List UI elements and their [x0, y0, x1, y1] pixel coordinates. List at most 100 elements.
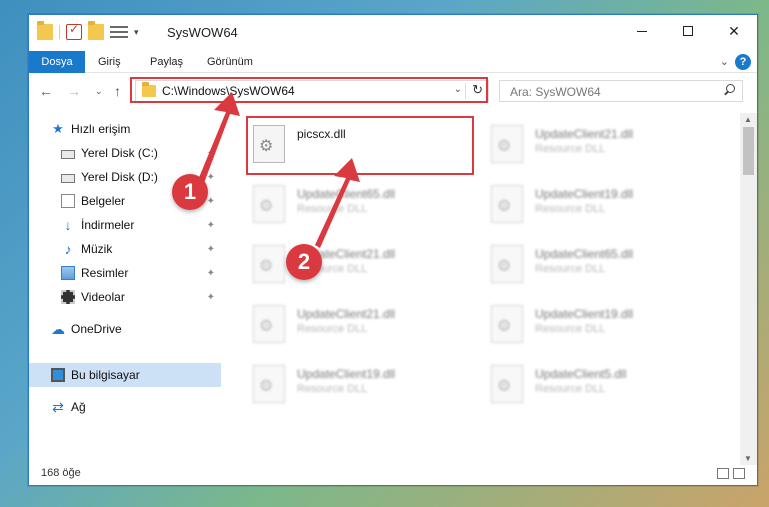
dll-file-icon [253, 305, 285, 343]
file-tile[interactable]: UpdateClient65.dll Resource DLL [463, 239, 683, 289]
dll-file-icon [253, 245, 285, 283]
sidebar-item-label: Bu bilgisayar [71, 368, 140, 382]
pin-icon[interactable]: ✦ [207, 196, 215, 207]
file-description: Resource DLL [535, 203, 606, 215]
minimize-icon [637, 30, 647, 32]
view-toggle [717, 468, 745, 479]
window-title: SysWOW64 [167, 25, 238, 40]
sidebar-item-label: Resimler [81, 266, 129, 280]
pin-icon[interactable]: ✦ [207, 148, 215, 159]
pin-icon[interactable]: ✦ [207, 220, 215, 231]
step-1-badge: 1 [172, 174, 208, 210]
scroll-thumb[interactable] [743, 127, 754, 175]
file-description: Resource DLL [297, 323, 368, 335]
sidebar-item-label: Belgeler [81, 194, 126, 208]
new-folder-icon[interactable] [88, 21, 104, 40]
file-tile[interactable]: UpdateClient21.dll Resource DLL [463, 119, 683, 169]
file-description: Resource DLL [297, 383, 368, 395]
recent-locations-icon[interactable]: ⌄ [95, 86, 103, 97]
sidebar-item-music[interactable]: ♪ Müzik ✦ [29, 237, 221, 261]
file-name: UpdateClient21.dll [535, 127, 634, 141]
scroll-up-icon[interactable]: ▲ [744, 115, 752, 124]
large-icons-view-icon[interactable] [733, 468, 745, 479]
sidebar-item-local-disk-c[interactable]: Yerel Disk (C:) ✦ [29, 141, 221, 165]
file-name: UpdateClient19.dll [297, 367, 396, 381]
status-bar: 168 öğe [29, 463, 757, 485]
help-icon[interactable]: ? [735, 54, 751, 70]
sidebar-item-label: OneDrive [71, 322, 122, 336]
dll-file-icon [491, 125, 523, 163]
sidebar-item-videos[interactable]: Videolar ✦ [29, 285, 221, 309]
tab-home[interactable]: Giriş [85, 51, 134, 73]
pictures-icon [61, 266, 75, 280]
file-tile[interactable]: UpdateClient19.dll Resource DLL [463, 299, 683, 349]
file-tile[interactable]: UpdateClient65.dll Resource DLL [225, 179, 445, 229]
file-name: UpdateClient21.dll [297, 307, 396, 321]
maximize-button[interactable] [665, 15, 711, 47]
customize-toolbar-icon[interactable] [110, 25, 128, 39]
file-tile[interactable]: UpdateClient19.dll Resource DLL [225, 359, 445, 409]
dll-file-icon [491, 185, 523, 223]
properties-check-icon[interactable] [66, 22, 82, 40]
file-name: UpdateClient5.dll [535, 367, 627, 381]
dll-file-icon [491, 305, 523, 343]
tab-file[interactable]: Dosya [29, 51, 85, 73]
address-highlight-box [130, 77, 488, 103]
sidebar-item-quick-access[interactable]: ★ Hızlı erişim [29, 117, 221, 141]
sidebar-item-pictures[interactable]: Resimler ✦ [29, 261, 221, 285]
sidebar-item-label: Yerel Disk (D:) [81, 170, 158, 184]
sidebar-item-downloads[interactable]: ↓ İndirmeler ✦ [29, 213, 221, 237]
file-description: Resource DLL [535, 383, 606, 395]
sidebar-item-network[interactable]: ⇄ Ağ [29, 395, 221, 419]
sidebar-item-this-pc[interactable]: Bu bilgisayar [29, 363, 221, 387]
toolbar-dropdown-icon[interactable]: ▾ [134, 27, 139, 38]
file-name: UpdateClient19.dll [535, 307, 634, 321]
tab-share[interactable]: Paylaş [137, 51, 196, 73]
music-icon: ♪ [64, 241, 72, 257]
file-description: Resource DLL [535, 143, 606, 155]
cloud-icon: ☁ [51, 321, 65, 337]
pin-icon[interactable]: ✦ [207, 268, 215, 279]
search-icon [723, 84, 735, 96]
pin-icon[interactable]: ✦ [207, 172, 215, 183]
file-tile[interactable]: UpdateClient21.dll Resource DLL [225, 299, 445, 349]
scroll-down-icon[interactable]: ▼ [744, 454, 752, 463]
file-description: Resource DLL [535, 323, 606, 335]
file-tile[interactable]: UpdateClient5.dll Resource DLL [463, 359, 683, 409]
item-count: 168 öğe [41, 467, 81, 479]
sidebar-item-label: Ağ [71, 400, 86, 414]
file-description: Resource DLL [297, 203, 368, 215]
file-name: UpdateClient65.dll [297, 187, 396, 201]
dll-file-icon [253, 185, 285, 223]
back-icon[interactable]: ← [39, 83, 53, 99]
up-icon[interactable]: ↑ [114, 83, 121, 99]
file-tile[interactable]: UpdateClient21.dll Resource DLL [225, 239, 445, 289]
dll-file-icon [253, 365, 285, 403]
pin-icon[interactable]: ✦ [207, 292, 215, 303]
step-2-badge: 2 [286, 244, 322, 280]
ribbon-tabs: Dosya Giriş Paylaş Görünüm ⌄ ? [29, 51, 757, 73]
sidebar-item-label: Müzik [81, 242, 113, 256]
file-name: UpdateClient19.dll [535, 187, 634, 201]
computer-icon [51, 368, 65, 382]
tab-view[interactable]: Görünüm [194, 51, 266, 73]
sidebar-item-onedrive[interactable]: ☁ OneDrive [29, 317, 221, 341]
ribbon-expand-icon[interactable]: ⌄ [720, 55, 729, 68]
forward-icon[interactable]: → [67, 83, 81, 99]
maximize-icon [683, 26, 693, 36]
details-view-icon[interactable] [717, 468, 729, 479]
file-tile[interactable]: UpdateClient19.dll Resource DLL [463, 179, 683, 229]
sidebar-item-label: Videolar [81, 290, 125, 304]
vertical-scrollbar[interactable]: ▲ ▼ [740, 113, 757, 465]
dll-file-icon [491, 365, 523, 403]
minimize-button[interactable] [619, 15, 665, 47]
close-icon: ✕ [728, 22, 740, 39]
file-highlight-box [246, 116, 474, 175]
search-input[interactable]: Ara: SysWOW64 [499, 80, 743, 102]
close-button[interactable]: ✕ [711, 15, 757, 47]
toolbar-separator [59, 25, 60, 39]
file-description: Resource DLL [535, 263, 606, 275]
documents-icon [61, 194, 75, 208]
pin-icon[interactable]: ✦ [207, 244, 215, 255]
download-icon: ↓ [64, 217, 72, 233]
